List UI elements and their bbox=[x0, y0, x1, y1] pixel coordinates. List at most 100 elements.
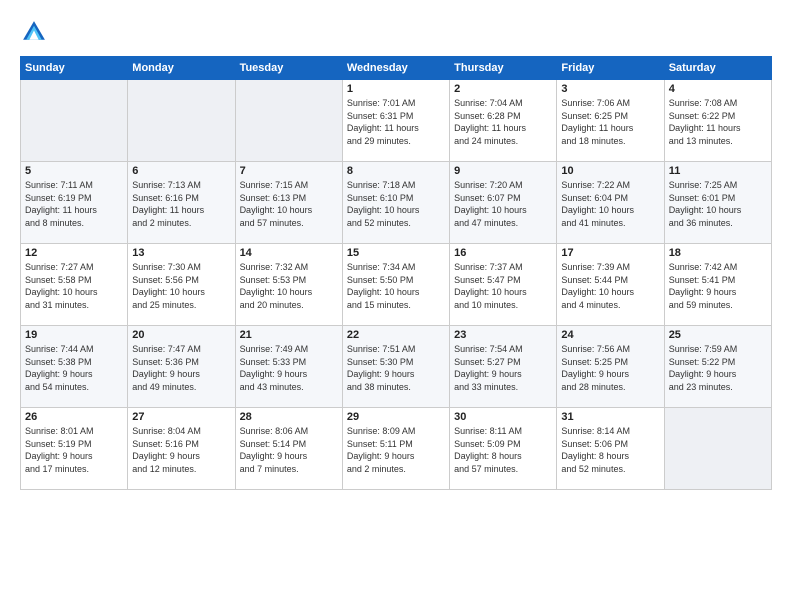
weekday-header-friday: Friday bbox=[557, 57, 664, 80]
calendar-cell: 15 Sunrise: 7:34 AM Sunset: 5:50 PM Dayli… bbox=[342, 244, 449, 326]
cell-content: Sunrise: 8:11 AM Sunset: 5:09 PM Dayligh… bbox=[454, 425, 552, 475]
cell-content: Sunrise: 7:47 AM Sunset: 5:36 PM Dayligh… bbox=[132, 343, 230, 393]
header bbox=[20, 18, 772, 46]
calendar-cell: 14Sunrise: 7:32 AM Sunset: 5:53 PM Dayli… bbox=[235, 244, 342, 326]
cell-content: Sunrise: 7:25 AM Sunset: 6:01 PM Dayligh… bbox=[669, 179, 767, 229]
day-number: 10 bbox=[561, 165, 659, 177]
day-number: 21 bbox=[240, 329, 338, 341]
day-number: 11 bbox=[669, 165, 767, 177]
cell-content: Sunrise: 7:32 AM Sunset: 5:53 PM Dayligh… bbox=[240, 261, 338, 311]
cell-content: Sunrise: 8:14 AM Sunset: 5:06 PM Dayligh… bbox=[561, 425, 659, 475]
day-number: 13 bbox=[132, 247, 230, 259]
calendar-cell bbox=[235, 80, 342, 162]
day-number: 29 bbox=[347, 411, 445, 423]
cell-content: Sunrise: 8:01 AM Sunset: 5:19 PM Dayligh… bbox=[25, 425, 123, 475]
calendar-cell: 27 Sunrise: 8:04 AM Sunset: 5:16 PM Dayli… bbox=[128, 408, 235, 490]
calendar-cell: 19 Sunrise: 7:44 AM Sunset: 5:38 PM Dayli… bbox=[21, 326, 128, 408]
calendar-cell: 12 Sunrise: 7:27 AM Sunset: 5:58 PM Dayli… bbox=[21, 244, 128, 326]
calendar-cell: 17Sunrise: 7:39 AM Sunset: 5:44 PM Dayli… bbox=[557, 244, 664, 326]
weekday-header-saturday: Saturday bbox=[664, 57, 771, 80]
calendar-cell: 30 Sunrise: 8:11 AM Sunset: 5:09 PM Dayli… bbox=[450, 408, 557, 490]
cell-content: Sunrise: 7:39 AM Sunset: 5:44 PM Dayligh… bbox=[561, 261, 659, 311]
day-number: 28 bbox=[240, 411, 338, 423]
weekday-header-tuesday: Tuesday bbox=[235, 57, 342, 80]
cell-content: Sunrise: 7:08 AM Sunset: 6:22 PM Dayligh… bbox=[669, 97, 767, 147]
day-number: 7 bbox=[240, 165, 338, 177]
calendar-cell: 24 Sunrise: 7:56 AM Sunset: 5:25 PM Dayli… bbox=[557, 326, 664, 408]
cell-content: Sunrise: 7:01 AM Sunset: 6:31 PM Dayligh… bbox=[347, 97, 445, 147]
cell-content: Sunrise: 7:30 AM Sunset: 5:56 PM Dayligh… bbox=[132, 261, 230, 311]
calendar-cell bbox=[21, 80, 128, 162]
calendar-cell: 8 Sunrise: 7:18 AM Sunset: 6:10 PM Daylig… bbox=[342, 162, 449, 244]
day-number: 12 bbox=[25, 247, 123, 259]
calendar-cell: 11 Sunrise: 7:25 AM Sunset: 6:01 PM Dayli… bbox=[664, 162, 771, 244]
day-number: 30 bbox=[454, 411, 552, 423]
day-number: 3 bbox=[561, 83, 659, 95]
calendar-table: SundayMondayTuesdayWednesdayThursdayFrid… bbox=[20, 56, 772, 490]
day-number: 19 bbox=[25, 329, 123, 341]
cell-content: Sunrise: 7:49 AM Sunset: 5:33 PM Dayligh… bbox=[240, 343, 338, 393]
day-number: 26 bbox=[25, 411, 123, 423]
weekday-header-row: SundayMondayTuesdayWednesdayThursdayFrid… bbox=[21, 57, 772, 80]
logo-icon bbox=[20, 18, 48, 46]
day-number: 1 bbox=[347, 83, 445, 95]
calendar-cell: 28Sunrise: 8:06 AM Sunset: 5:14 PM Dayli… bbox=[235, 408, 342, 490]
calendar-cell: 6 Sunrise: 7:13 AM Sunset: 6:16 PM Daylig… bbox=[128, 162, 235, 244]
day-number: 6 bbox=[132, 165, 230, 177]
cell-content: Sunrise: 7:11 AM Sunset: 6:19 PM Dayligh… bbox=[25, 179, 123, 229]
calendar-cell: 9 Sunrise: 7:20 AM Sunset: 6:07 PM Daylig… bbox=[450, 162, 557, 244]
cell-content: Sunrise: 7:42 AM Sunset: 5:41 PM Dayligh… bbox=[669, 261, 767, 311]
day-number: 8 bbox=[347, 165, 445, 177]
week-row-4: 19 Sunrise: 7:44 AM Sunset: 5:38 PM Dayli… bbox=[21, 326, 772, 408]
cell-content: Sunrise: 7:13 AM Sunset: 6:16 PM Dayligh… bbox=[132, 179, 230, 229]
calendar-cell: 1 Sunrise: 7:01 AM Sunset: 6:31 PM Daylig… bbox=[342, 80, 449, 162]
calendar-cell: 3Sunrise: 7:06 AM Sunset: 6:25 PM Daylig… bbox=[557, 80, 664, 162]
cell-content: Sunrise: 8:09 AM Sunset: 5:11 PM Dayligh… bbox=[347, 425, 445, 475]
calendar-cell: 20Sunrise: 7:47 AM Sunset: 5:36 PM Dayli… bbox=[128, 326, 235, 408]
page: SundayMondayTuesdayWednesdayThursdayFrid… bbox=[0, 0, 792, 612]
cell-content: Sunrise: 7:04 AM Sunset: 6:28 PM Dayligh… bbox=[454, 97, 552, 147]
calendar-cell: 29 Sunrise: 8:09 AM Sunset: 5:11 PM Dayli… bbox=[342, 408, 449, 490]
cell-content: Sunrise: 7:37 AM Sunset: 5:47 PM Dayligh… bbox=[454, 261, 552, 311]
cell-content: Sunrise: 7:56 AM Sunset: 5:25 PM Dayligh… bbox=[561, 343, 659, 393]
cell-content: Sunrise: 7:27 AM Sunset: 5:58 PM Dayligh… bbox=[25, 261, 123, 311]
cell-content: Sunrise: 7:44 AM Sunset: 5:38 PM Dayligh… bbox=[25, 343, 123, 393]
logo bbox=[20, 18, 52, 46]
cell-content: Sunrise: 7:20 AM Sunset: 6:07 PM Dayligh… bbox=[454, 179, 552, 229]
week-row-1: 1 Sunrise: 7:01 AM Sunset: 6:31 PM Daylig… bbox=[21, 80, 772, 162]
day-number: 15 bbox=[347, 247, 445, 259]
weekday-header-sunday: Sunday bbox=[21, 57, 128, 80]
weekday-header-monday: Monday bbox=[128, 57, 235, 80]
week-row-3: 12 Sunrise: 7:27 AM Sunset: 5:58 PM Dayli… bbox=[21, 244, 772, 326]
cell-content: Sunrise: 7:18 AM Sunset: 6:10 PM Dayligh… bbox=[347, 179, 445, 229]
calendar-cell: 13 Sunrise: 7:30 AM Sunset: 5:56 PM Dayli… bbox=[128, 244, 235, 326]
day-number: 24 bbox=[561, 329, 659, 341]
calendar-cell: 21 Sunrise: 7:49 AM Sunset: 5:33 PM Dayli… bbox=[235, 326, 342, 408]
calendar-cell: 5 Sunrise: 7:11 AM Sunset: 6:19 PM Daylig… bbox=[21, 162, 128, 244]
weekday-header-thursday: Thursday bbox=[450, 57, 557, 80]
day-number: 23 bbox=[454, 329, 552, 341]
cell-content: Sunrise: 7:51 AM Sunset: 5:30 PM Dayligh… bbox=[347, 343, 445, 393]
calendar-cell: 26 Sunrise: 8:01 AM Sunset: 5:19 PM Dayli… bbox=[21, 408, 128, 490]
day-number: 5 bbox=[25, 165, 123, 177]
day-number: 25 bbox=[669, 329, 767, 341]
day-number: 18 bbox=[669, 247, 767, 259]
calendar-cell: 4Sunrise: 7:08 AM Sunset: 6:22 PM Daylig… bbox=[664, 80, 771, 162]
day-number: 27 bbox=[132, 411, 230, 423]
calendar-cell bbox=[128, 80, 235, 162]
day-number: 16 bbox=[454, 247, 552, 259]
week-row-5: 26 Sunrise: 8:01 AM Sunset: 5:19 PM Dayli… bbox=[21, 408, 772, 490]
calendar-cell: 18 Sunrise: 7:42 AM Sunset: 5:41 PM Dayli… bbox=[664, 244, 771, 326]
cell-content: Sunrise: 7:34 AM Sunset: 5:50 PM Dayligh… bbox=[347, 261, 445, 311]
day-number: 31 bbox=[561, 411, 659, 423]
weekday-header-wednesday: Wednesday bbox=[342, 57, 449, 80]
cell-content: Sunrise: 7:15 AM Sunset: 6:13 PM Dayligh… bbox=[240, 179, 338, 229]
day-number: 9 bbox=[454, 165, 552, 177]
cell-content: Sunrise: 7:54 AM Sunset: 5:27 PM Dayligh… bbox=[454, 343, 552, 393]
cell-content: Sunrise: 8:04 AM Sunset: 5:16 PM Dayligh… bbox=[132, 425, 230, 475]
day-number: 22 bbox=[347, 329, 445, 341]
calendar-cell: 7 Sunrise: 7:15 AM Sunset: 6:13 PM Daylig… bbox=[235, 162, 342, 244]
cell-content: Sunrise: 7:59 AM Sunset: 5:22 PM Dayligh… bbox=[669, 343, 767, 393]
calendar-cell: 22 Sunrise: 7:51 AM Sunset: 5:30 PM Dayli… bbox=[342, 326, 449, 408]
calendar-cell: 31 Sunrise: 8:14 AM Sunset: 5:06 PM Dayli… bbox=[557, 408, 664, 490]
